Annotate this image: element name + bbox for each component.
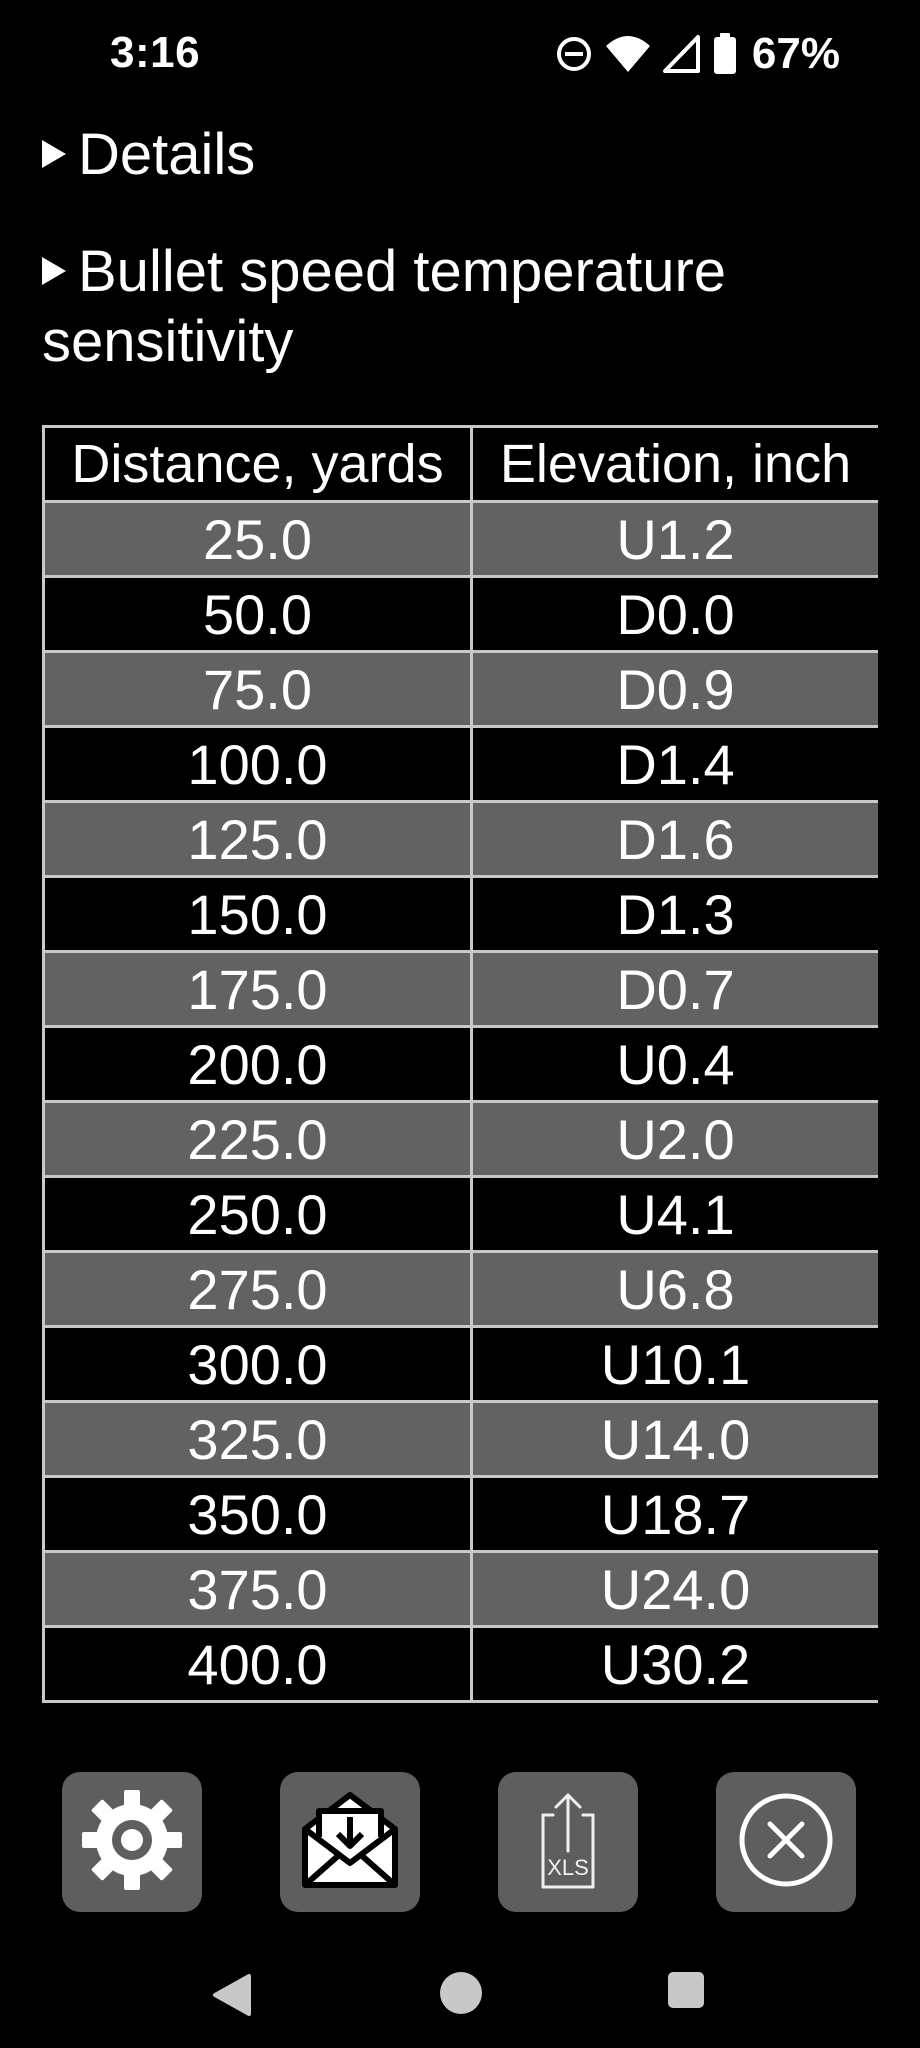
export-xls-button[interactable]: XLS [498, 1772, 638, 1912]
table-header-row: Distance, yards Elevation, inch [42, 425, 878, 503]
battery-percent: 67% [751, 29, 840, 78]
elevation-cell: U4.1 [470, 1175, 878, 1253]
distance-cell: 400.0 [42, 1625, 473, 1703]
import-mail-button[interactable] [280, 1772, 420, 1912]
xls-badge-label: XLS [547, 1855, 589, 1880]
elevation-cell: D1.3 [470, 875, 878, 953]
distance-cell: 150.0 [42, 875, 473, 953]
table-row: 350.0 U18.7 [42, 1475, 878, 1553]
table-row: 200.0 U0.4 [42, 1025, 878, 1103]
system-navigation-bar [0, 1950, 920, 2048]
distance-cell: 200.0 [42, 1025, 473, 1103]
distance-cell: 275.0 [42, 1250, 473, 1328]
home-button[interactable] [438, 1970, 484, 2021]
table-row: 175.0 D0.7 [42, 950, 878, 1028]
elevation-cell: D1.4 [470, 725, 878, 803]
table-row: 150.0 D1.3 [42, 875, 878, 953]
cell-signal-icon [662, 34, 702, 74]
elevation-cell: D0.7 [470, 950, 878, 1028]
expand-triangle-icon [42, 140, 66, 168]
wifi-icon [604, 34, 652, 74]
elevation-cell: U14.0 [470, 1400, 878, 1478]
mail-download-icon [295, 1785, 405, 1900]
table-row: 225.0 U2.0 [42, 1100, 878, 1178]
table-row: 275.0 U6.8 [42, 1250, 878, 1328]
ballistic-table-container[interactable]: Distance, yards Elevation, inch 25.0 U1.2… [42, 425, 878, 1749]
close-button[interactable] [716, 1772, 856, 1912]
elevation-cell: U1.2 [470, 500, 878, 578]
table-row: 100.0 D1.4 [42, 725, 878, 803]
do-not-disturb-icon [554, 34, 594, 74]
table-body: 25.0 U1.2 50.0 D0.0 75.0 D0.9 100.0 D1.4 125.0 D1… [42, 500, 878, 1703]
elevation-cell: U2.0 [470, 1100, 878, 1178]
battery-icon [712, 33, 738, 75]
settings-button[interactable] [62, 1772, 202, 1912]
close-circle-icon [734, 1788, 838, 1897]
details-label: Details [78, 122, 256, 187]
distance-cell: 225.0 [42, 1100, 473, 1178]
elevation-cell: D1.6 [470, 800, 878, 878]
table-row: 300.0 U10.1 [42, 1325, 878, 1403]
table-row: 400.0 U30.2 [42, 1625, 878, 1703]
bullet-speed-label: Bullet speed temperature sensitivity [42, 239, 727, 374]
table-row: 25.0 U1.2 [42, 500, 878, 578]
home-circle-icon [438, 1970, 484, 2021]
status-bar: 3:16 67% [0, 0, 920, 110]
recents-button[interactable] [666, 1971, 706, 2014]
table-row: 325.0 U14.0 [42, 1400, 878, 1478]
expand-triangle-icon [42, 257, 66, 285]
table-row: 50.0 D0.0 [42, 575, 878, 653]
table-row: 75.0 D0.9 [42, 650, 878, 728]
bottom-toolbar: XLS [0, 1772, 920, 1914]
distance-cell: 300.0 [42, 1325, 473, 1403]
elevation-cell: U10.1 [470, 1325, 878, 1403]
elevation-cell: D0.9 [470, 650, 878, 728]
distance-cell: 125.0 [42, 800, 473, 878]
distance-cell: 325.0 [42, 1400, 473, 1478]
table-row: 375.0 U24.0 [42, 1550, 878, 1628]
distance-column-header: Distance, yards [42, 425, 473, 503]
status-time: 3:16 [110, 28, 201, 77]
table-row: 250.0 U4.1 [42, 1175, 878, 1253]
ballistic-table: Distance, yards Elevation, inch 25.0 U1.2… [42, 425, 878, 1703]
distance-cell: 250.0 [42, 1175, 473, 1253]
distance-cell: 375.0 [42, 1550, 473, 1628]
recents-square-icon [667, 1971, 705, 2014]
xls-export-icon: XLS [513, 1787, 623, 1897]
status-icons: 67% [554, 29, 840, 78]
distance-cell: 25.0 [42, 500, 473, 578]
distance-cell: 100.0 [42, 725, 473, 803]
distance-cell: 75.0 [42, 650, 473, 728]
elevation-cell: D0.0 [470, 575, 878, 653]
details-toggle[interactable]: Details [42, 120, 255, 190]
elevation-cell: U18.7 [470, 1475, 878, 1553]
bullet-speed-temperature-toggle[interactable]: Bullet speed temperature sensitivity [42, 237, 862, 377]
elevation-cell: U6.8 [470, 1250, 878, 1328]
elevation-cell: U30.2 [470, 1625, 878, 1703]
distance-cell: 175.0 [42, 950, 473, 1028]
elevation-column-header: Elevation, inch [470, 425, 878, 503]
gear-icon [76, 1784, 188, 1901]
elevation-cell: U0.4 [470, 1025, 878, 1103]
distance-cell: 50.0 [42, 575, 473, 653]
back-triangle-icon [211, 1972, 255, 2023]
screen: 3:16 67% Details Bullet speed temperatur… [0, 0, 920, 2048]
table-row: 125.0 D1.6 [42, 800, 878, 878]
elevation-cell: U24.0 [470, 1550, 878, 1628]
distance-cell: 350.0 [42, 1475, 473, 1553]
back-button[interactable] [208, 1972, 258, 2022]
